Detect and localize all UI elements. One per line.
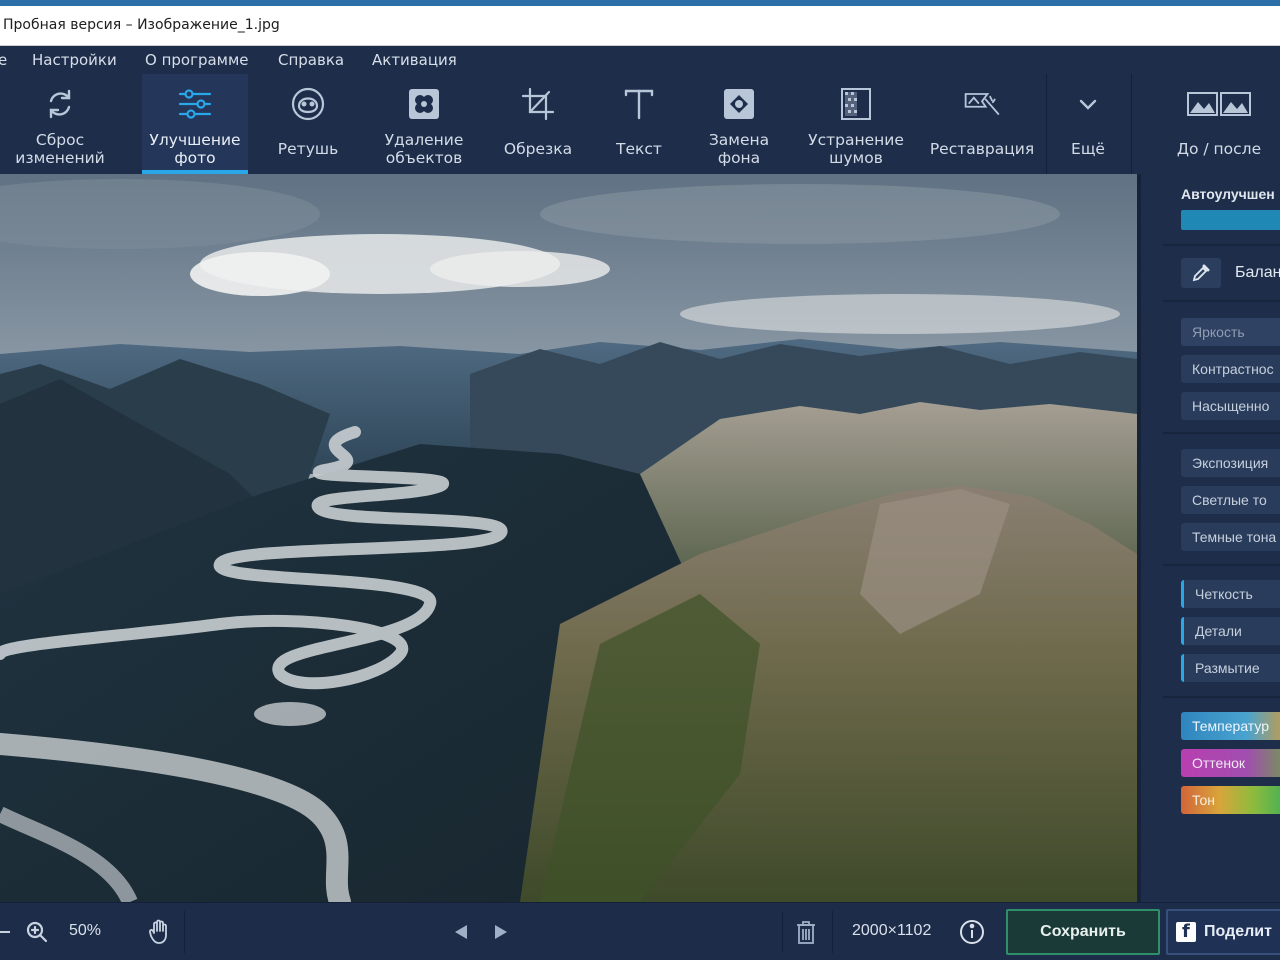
menu-settings[interactable]: Настройки: [32, 51, 117, 69]
blur-slider[interactable]: Размытие: [1181, 654, 1280, 682]
text-icon: [619, 84, 659, 124]
toolbar-divider: [1131, 74, 1132, 174]
window-title: Пробная версия – Изображение_1.jpg: [3, 17, 280, 33]
menu-help[interactable]: Справка: [278, 51, 344, 69]
facebook-icon: f: [1176, 921, 1196, 942]
sliders-icon: [175, 84, 215, 124]
eyedropper-button[interactable]: [1181, 258, 1221, 288]
previous-image-icon[interactable]: [450, 921, 472, 943]
menu-about[interactable]: О программе: [145, 51, 249, 69]
chevron-down-icon: [1068, 84, 1108, 124]
background-icon: [719, 84, 759, 124]
background-tool[interactable]: Замена фона: [692, 74, 786, 174]
reset-tool[interactable]: Сброс изменений: [0, 74, 120, 174]
slider-label: Насыщенно: [1192, 398, 1270, 414]
next-image-icon[interactable]: [490, 921, 512, 943]
slider-label: Темные тона: [1192, 529, 1277, 545]
slider-label: Размытие: [1195, 660, 1260, 676]
enhance-tool-label: Улучшение фото: [149, 131, 241, 167]
slider-label: Четкость: [1195, 586, 1253, 602]
zoom-in-icon[interactable]: [24, 919, 50, 945]
restore-tool[interactable]: Реставрация: [922, 74, 1042, 174]
more-tools-button[interactable]: Ещё: [1048, 74, 1128, 174]
menu-activation[interactable]: Активация: [372, 51, 457, 69]
clarity-slider[interactable]: Четкость: [1181, 580, 1280, 608]
slider-label: Контрастнос: [1192, 361, 1274, 377]
main-toolbar: Сброс изменений Улучшение фото Ретушь Уд…: [0, 74, 1280, 174]
zoom-level: 50%: [69, 922, 102, 939]
before-after-label: До / после: [1176, 140, 1262, 158]
slider-label: Яркость: [1192, 324, 1245, 340]
slider-label: Светлые то: [1192, 492, 1267, 508]
reset-tool-label: Сброс изменений: [15, 131, 105, 167]
slider-label: Тон: [1192, 792, 1215, 808]
slider-label: Оттенок: [1192, 755, 1245, 771]
crop-icon: [518, 84, 558, 124]
toolbar-divider: [1046, 74, 1047, 174]
enhance-tool[interactable]: Улучшение фото: [142, 74, 248, 174]
share-button[interactable]: f Поделит: [1166, 909, 1280, 955]
panel-divider: [1163, 300, 1280, 302]
crop-tool[interactable]: Обрезка: [490, 74, 586, 174]
shadows-slider[interactable]: Темные тона: [1181, 523, 1280, 551]
eraser-icon: [404, 84, 444, 124]
hue-slider[interactable]: Тон: [1181, 786, 1280, 814]
saturation-slider[interactable]: Насыщенно: [1181, 392, 1280, 420]
face-icon: [288, 84, 328, 124]
retouch-tool-label: Ретушь: [277, 140, 339, 158]
image-dimensions: 2000×1102: [852, 922, 932, 939]
adjustments-panel: Автоулучшен Балан Яркость Контрастнос На…: [1137, 174, 1280, 902]
contrast-slider[interactable]: Контрастнос: [1181, 355, 1280, 383]
menu-file[interactable]: е: [0, 51, 7, 69]
highlights-slider[interactable]: Светлые то: [1181, 486, 1280, 514]
tint-slider[interactable]: Оттенок: [1181, 749, 1280, 777]
panel-divider: [1163, 696, 1280, 698]
more-tools-label: Ещё: [1071, 140, 1105, 158]
eyedropper-icon: [1192, 264, 1210, 282]
panel-divider: [1163, 244, 1280, 246]
reset-icon: [40, 84, 80, 124]
panel-divider: [1163, 564, 1280, 566]
auto-enhance-title: Автоулучшен: [1181, 186, 1275, 202]
denoise-tool-label: Устранение шумов: [808, 131, 904, 167]
brightness-slider[interactable]: Яркость: [1181, 318, 1280, 346]
bottom-divider: [184, 911, 185, 953]
denoise-tool[interactable]: Устранение шумов: [796, 74, 916, 174]
remove-objects-tool-label: Удаление объектов: [384, 131, 464, 167]
save-button[interactable]: Сохранить: [1006, 909, 1160, 955]
title-bar: Пробная версия – Изображение_1.jpg: [0, 6, 1280, 46]
restore-icon: [962, 84, 1002, 124]
before-after-icon: [1186, 84, 1252, 124]
slider-label: Детали: [1195, 623, 1242, 639]
details-slider[interactable]: Детали: [1181, 617, 1280, 645]
background-tool-label: Замена фона: [708, 131, 770, 167]
hand-tool-icon[interactable]: [146, 917, 174, 947]
remove-objects-tool[interactable]: Удаление объектов: [368, 74, 480, 174]
auto-enhance-slider[interactable]: [1181, 210, 1280, 230]
text-tool[interactable]: Текст: [596, 74, 682, 174]
temperature-slider[interactable]: Температур: [1181, 712, 1280, 740]
menu-bar: е Настройки О программе Справка Активаци…: [0, 46, 1280, 74]
info-icon[interactable]: [958, 918, 986, 946]
bottom-divider: [782, 911, 783, 953]
retouch-tool[interactable]: Ретушь: [258, 74, 358, 174]
slider-label: Экспозиция: [1192, 455, 1269, 471]
restore-tool-label: Реставрация: [929, 140, 1035, 158]
text-tool-label: Текст: [616, 140, 662, 158]
share-button-label: Поделит: [1204, 923, 1272, 940]
white-balance-label: Балан: [1235, 264, 1280, 281]
photo-canvas[interactable]: [0, 174, 1137, 902]
trash-icon[interactable]: [794, 918, 818, 946]
panel-divider: [1163, 432, 1280, 434]
exposure-slider[interactable]: Экспозиция: [1181, 449, 1280, 477]
slider-label: Температур: [1192, 718, 1270, 734]
bottom-bar: 50% 2000×1102 Сохранить f Поделит: [0, 902, 1280, 960]
crop-tool-label: Обрезка: [503, 140, 573, 158]
zoom-out-icon[interactable]: [0, 919, 12, 945]
noise-icon: [836, 84, 876, 124]
landscape-photo: [0, 174, 1137, 902]
before-after-button[interactable]: До / после: [1160, 74, 1278, 174]
bottom-divider: [832, 911, 833, 953]
